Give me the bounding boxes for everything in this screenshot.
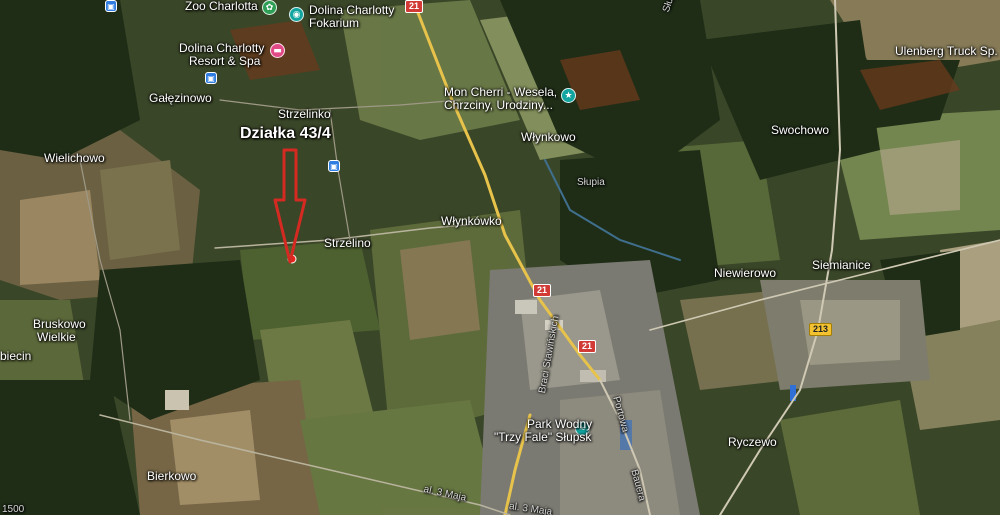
place-label-wielichowo[interactable]: Wielichowo: [44, 152, 105, 165]
bus-stop-icon[interactable]: ▣: [328, 160, 340, 172]
road-shield-21: 21: [405, 0, 424, 13]
place-label-resort-2[interactable]: Resort & Spa: [189, 55, 260, 68]
place-label-niewierowo[interactable]: Niewierowo: [714, 267, 776, 280]
down-arrow-icon: [273, 148, 307, 264]
place-label-siemianice[interactable]: Siemianice: [812, 259, 871, 272]
bus-stop-icon[interactable]: ▣: [205, 72, 217, 84]
place-label-zoo[interactable]: Zoo Charlotta: [185, 0, 258, 13]
place-label-fokarium-2[interactable]: Fokarium: [309, 17, 359, 30]
place-label-biecin[interactable]: biecin: [0, 350, 31, 363]
place-label-swochowo[interactable]: Swochowo: [771, 124, 829, 137]
satellite-map[interactable]: ✿ ◉ ▬ ★ ≈ ▣ ▣ ▣ 21 21 21 213 Działka 43/…: [0, 0, 1000, 515]
road-shield-213: 213: [809, 323, 833, 336]
camera-icon[interactable]: ◉: [289, 7, 304, 22]
place-label-wlynkowko[interactable]: Włynkówko: [441, 215, 502, 228]
place-label-strzelinko[interactable]: Strzelinko: [278, 108, 331, 121]
road-shield-21: 21: [533, 284, 552, 297]
event-venue-icon[interactable]: ★: [561, 88, 576, 103]
place-label-ulenberg[interactable]: Ulenberg Truck Sp.: [895, 45, 998, 58]
place-label-bierkowo[interactable]: Bierkowo: [147, 470, 196, 483]
paw-icon[interactable]: ✿: [262, 0, 277, 15]
place-label-bruskowo-2[interactable]: Wielkie: [37, 331, 76, 344]
river-label-slupia: Słupia: [577, 177, 605, 188]
place-label-mon-cherri-2[interactable]: Chrzciny, Urodziny...: [444, 99, 553, 112]
place-label-ryczewo[interactable]: Ryczewo: [728, 436, 777, 449]
hotel-icon[interactable]: ▬: [270, 43, 285, 58]
place-label-galezinowo[interactable]: Gałęzinowo: [149, 92, 212, 105]
place-label-wlynkowo[interactable]: Włynkowo: [521, 131, 576, 144]
place-label-park-2[interactable]: "Trzy Fale" Słupsk: [494, 431, 591, 444]
bus-stop-icon[interactable]: ▣: [105, 0, 117, 12]
place-label-strzelino[interactable]: Strzelino: [324, 237, 371, 250]
road-shield-21: 21: [578, 340, 597, 353]
plot-label: Działka 43/4: [240, 125, 331, 142]
scale-text: 1500: [2, 504, 25, 515]
